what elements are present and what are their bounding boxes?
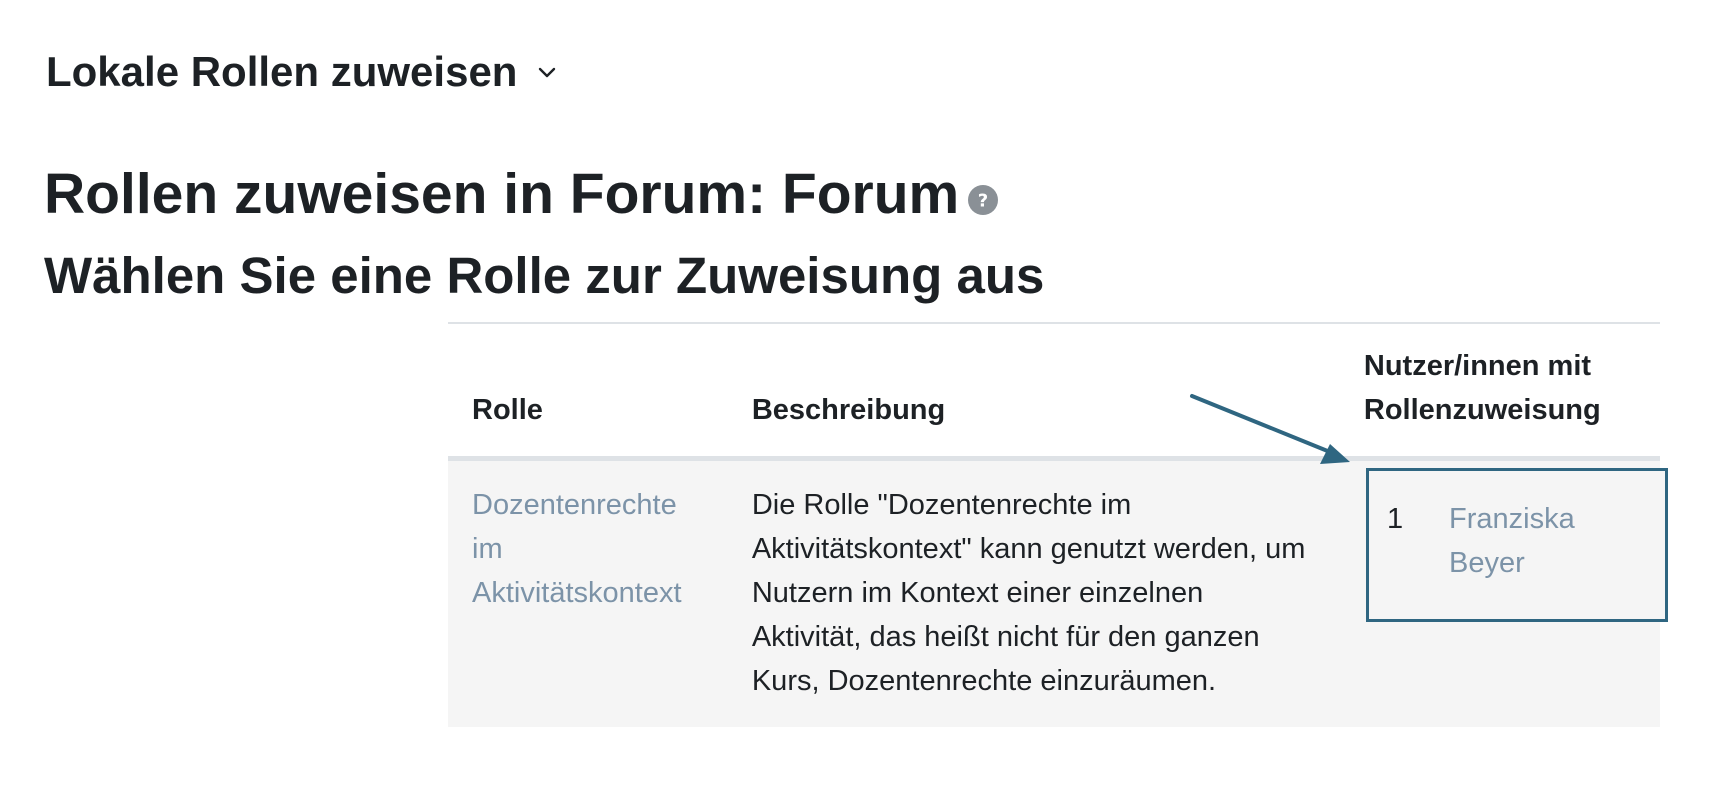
chevron-down-icon (539, 67, 556, 78)
user-count: 1 (1387, 503, 1404, 535)
header-users-line1: Nutzer/innen mit (1363, 350, 1592, 382)
header-users: Nutzer/innen mit Rollenzuweisung (1339, 323, 1660, 461)
table-header-row: Rolle Beschreibung Nutzer/innen mit Roll… (448, 323, 1660, 461)
local-roles-dropdown[interactable]: Lokale Rollen zuweisen (46, 44, 559, 100)
page-title: Rollen zuweisen in Forum: Forum ? (44, 158, 999, 230)
role-link[interactable]: Dozentenrechte im Aktivitätskontext (472, 489, 682, 609)
header-role: Rolle (448, 323, 728, 461)
annotation-arrow-icon (1190, 394, 1350, 464)
local-roles-dropdown-label: Lokale Rollen zuweisen (46, 48, 518, 95)
section-heading: Wählen Sie eine Rolle zur Zuweisung aus (44, 247, 1045, 304)
assigned-users-highlight: 1 Franziska Beyer (1366, 468, 1668, 622)
svg-text:?: ? (978, 191, 988, 212)
header-users-line2: Rollenzuweisung (1363, 394, 1601, 426)
role-cell: Dozentenrechte im Aktivitätskontext (448, 458, 728, 727)
page: Lokale Rollen zuweisen Rollen zuweisen i… (0, 0, 1724, 804)
help-icon[interactable]: ? (967, 184, 999, 216)
description-cell: Die Rolle "Dozentenrechte im Aktivitätsk… (727, 458, 1340, 727)
page-title-text: Rollen zuweisen in Forum: Forum (44, 162, 960, 226)
user-link[interactable]: Franziska Beyer (1449, 497, 1647, 593)
